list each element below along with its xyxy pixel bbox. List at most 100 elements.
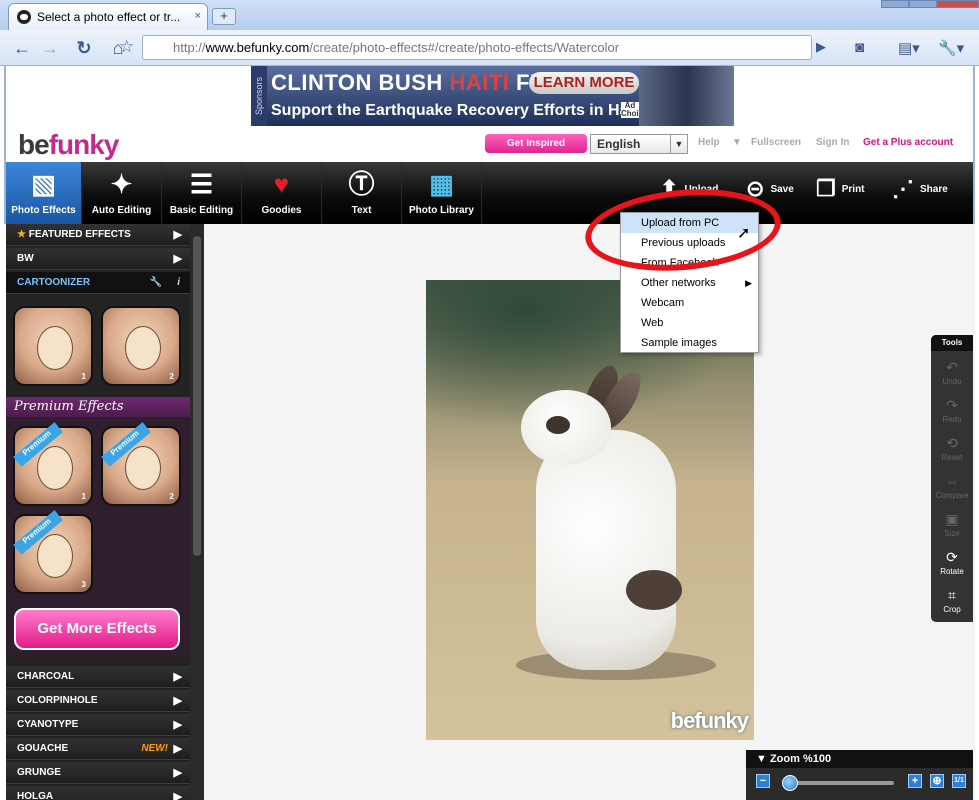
share-button[interactable]: ⋰ Share [892,176,948,202]
help-dropdown-icon[interactable]: ▼ [732,137,742,148]
sliders-icon: ☰ [189,169,214,199]
undo-button[interactable]: ↶ Undo [931,357,973,395]
close-window-button[interactable] [937,0,979,8]
info-icon[interactable]: i [177,272,180,294]
presidents-photo [639,66,734,126]
learn-more-button[interactable]: LEARN MORE [529,72,639,94]
category-colorpinhole[interactable]: COLORPINHOLE ▶ [6,690,190,712]
tool-photo-effects[interactable]: ▧ Photo Effects [6,162,82,224]
tab-title: Select a photo effect or tr... [37,10,181,24]
new-tab-button[interactable]: + [212,8,236,25]
category-gouache[interactable]: GOUACHE NEW! ▶ [6,738,190,760]
compare-icon: ⇔ [945,473,959,489]
banner-subtitle: Support the Earthquake Recovery Efforts … [271,102,643,119]
browser-toolbar: ← → ↻ ⌂ ☆ http://www.befunky.com/create/… [0,30,979,66]
maximize-button[interactable] [909,0,937,8]
browser-tab[interactable]: Select a photo effect or tr... × [8,3,208,30]
language-select[interactable]: English ▼ [590,134,688,154]
menu-sample-images[interactable]: Sample images [621,333,758,353]
effect-thumbnail[interactable]: 2 [101,306,181,386]
premium-effect-thumbnail[interactable]: Premium 1 [13,422,93,506]
share-icon: ⋰ [892,176,914,201]
expand-arrow-icon: ▶ [173,671,182,683]
minimize-button[interactable] [881,0,909,8]
text-icon: Ⓣ [348,169,375,199]
effects-sidebar: ★ FEATURED EFFECTS ▶ BW ▶ CARTOONIZER 🔧 i 1 … [6,224,190,800]
expand-arrow-icon: ▶ [173,695,182,707]
category-charcoal[interactable]: CHARCOAL ▶ [6,666,190,688]
ad-choice-icon[interactable]: Ad Choice [621,102,648,118]
help-link[interactable]: Help [698,137,720,148]
size-button[interactable]: ▣ Size [931,509,973,547]
new-badge: NEW! [141,743,168,754]
window-controls [881,0,979,8]
forward-arrow-icon[interactable]: → [38,37,62,59]
close-tab-icon[interactable]: × [195,10,201,22]
wrench-icon[interactable]: 🔧 [150,272,162,294]
reset-button[interactable]: ⟲ Reset [931,433,973,471]
mouse-cursor-icon: ➚ [737,225,751,242]
expand-arrow-icon: ▶ [173,743,182,755]
expand-arrow-icon: ▶ [173,229,182,241]
sign-in-link[interactable]: Sign In [816,137,849,148]
category-cyanotype[interactable]: CYANOTYPE ▶ [6,714,190,736]
category-bw[interactable]: BW ▶ [6,248,190,270]
print-button[interactable]: ❐ Print [816,176,865,202]
print-icon: ❐ [816,176,836,201]
befunky-favicon-icon [17,10,31,24]
tool-goodies[interactable]: ♥ Goodies [242,162,322,224]
menu-web[interactable]: Web [621,313,758,333]
category-holga[interactable]: HOLGA ▶ [6,786,190,800]
redo-icon: ↷ [946,397,958,413]
premium-effect-thumbnail[interactable]: Premium 3 [13,510,93,594]
category-featured-effects[interactable]: ★ FEATURED EFFECTS ▶ [6,224,190,246]
befunky-logo[interactable]: befunky [18,129,119,161]
address-bar[interactable]: ☆ http://www.befunky.com/create/photo-ef… [119,35,812,60]
effect-thumbnail[interactable]: 1 [13,306,93,386]
undo-icon: ↶ [946,359,958,375]
befunky-watermark: befunky [670,708,749,733]
fullscreen-link[interactable]: Fullscreen [751,137,801,148]
chevron-down-icon: ▼ [670,135,687,153]
zoom-fit-button[interactable]: ⊕ [930,774,944,788]
go-arrow-icon[interactable]: ▶ [816,39,826,55]
reload-icon[interactable]: ↻ [72,37,96,59]
zoom-header[interactable]: ▼ Zoom %100 [746,750,973,768]
tool-photo-library[interactable]: ▦ Photo Library [402,162,482,224]
sidebar-scrollbar[interactable] [190,224,204,800]
rotate-button[interactable]: ⟳ Rotate [931,547,973,585]
premium-effect-thumbnail[interactable]: Premium 2 [101,422,181,506]
get-inspired-button[interactable]: Get Inspired [485,134,587,153]
zoom-out-button[interactable]: − [756,774,770,788]
magic-wand-icon: ✦ [110,169,133,199]
sponsors-label: Sponsors [251,66,267,126]
tool-text[interactable]: Ⓣ Text [322,162,402,224]
befunky-header: befunky Get Inspired English ▼ Help ▼ Ful… [4,127,975,162]
zoom-actual-size-button[interactable]: 1/1 [952,774,966,788]
menu-other-networks[interactable]: Other networks ▶ [621,273,758,293]
crop-button[interactable]: ⌗ Crop [931,585,973,623]
editing-canvas[interactable]: befunky [204,224,975,800]
compare-button[interactable]: ⇔ Compare [931,471,973,509]
menu-webcam[interactable]: Webcam [621,293,758,313]
size-icon: ▣ [945,511,959,527]
bookmark-star-icon[interactable]: ☆ [119,37,134,57]
redo-button[interactable]: ↷ Redo [931,395,973,433]
tool-basic-editing[interactable]: ☰ Basic Editing [162,162,242,224]
zoom-slider-track[interactable] [786,781,894,785]
grid-icon: ▦ [429,169,454,199]
scrollbar-thumb[interactable] [193,236,201,556]
plus-account-link[interactable]: Get a Plus account [863,137,953,148]
tool-auto-editing[interactable]: ✦ Auto Editing [82,162,162,224]
haiti-fund-banner[interactable]: Sponsors CLINTON BUSH HAITI FUND LEARN M… [251,66,734,126]
get-more-effects-button[interactable]: Get More Effects [14,608,180,650]
wrench-menu-icon[interactable]: 🔧▾ [938,39,964,57]
page-menu-icon[interactable]: ▤▾ [898,39,920,57]
zoom-slider-knob[interactable] [782,775,798,791]
category-cartoonizer[interactable]: CARTOONIZER 🔧 i [6,272,190,294]
ie-tab-icon[interactable]: ◙ [855,39,864,56]
rotate-icon: ⟳ [946,549,958,565]
zoom-in-button[interactable]: + [908,774,922,788]
category-grunge[interactable]: GRUNGE ▶ [6,762,190,784]
back-arrow-icon[interactable]: ← [10,37,34,59]
